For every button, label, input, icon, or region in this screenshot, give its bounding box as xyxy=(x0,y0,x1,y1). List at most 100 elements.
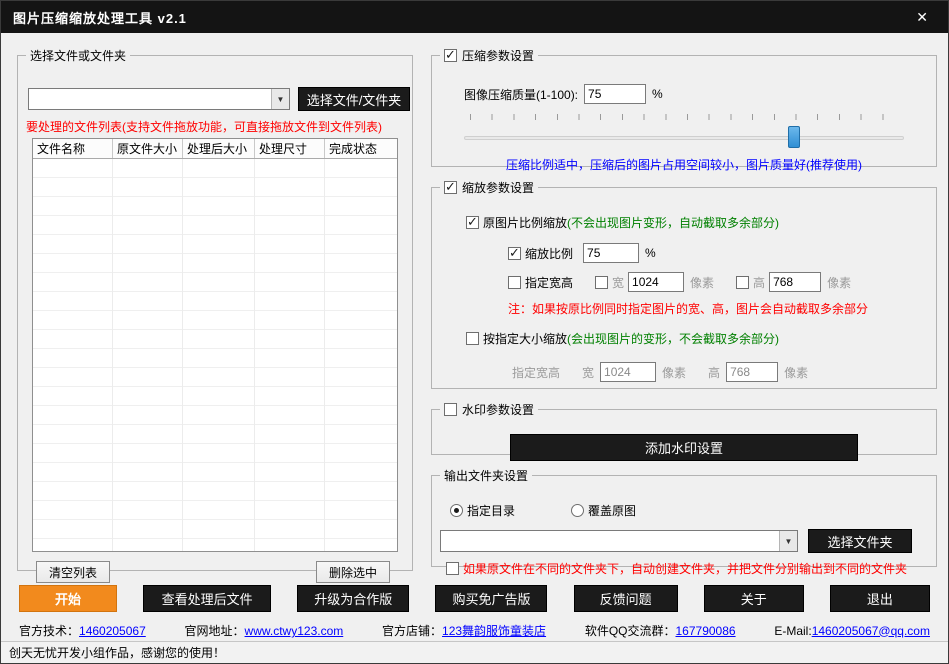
grid-column xyxy=(113,159,183,551)
fixed-height-label: 高 xyxy=(708,364,720,381)
footer-links: 官方技术：1460205067 官网地址：www.ctwy123.com 官方店… xyxy=(1,620,948,641)
ratio-checkbox[interactable] xyxy=(508,247,521,260)
grid-column xyxy=(255,159,325,551)
quality-slider[interactable] xyxy=(464,112,904,146)
app-window: 图片压缩缩放处理工具 v2.1 ✕ 选择文件或文件夹 ▼ 选择文件/文件夹 要处… xyxy=(0,0,949,664)
fixed-height-input[interactable] xyxy=(726,362,778,382)
status-bar: 创天无忧开发小组作品，感谢您的使用！ xyxy=(1,641,948,663)
radio-specify-dir[interactable] xyxy=(450,504,463,517)
select-file-button[interactable]: 选择文件/文件夹 xyxy=(298,87,410,111)
about-button[interactable]: 关于 xyxy=(704,585,804,612)
watermark-panel: 水印参数设置 添加水印设置 xyxy=(431,401,937,455)
compress-note: 压缩比例适中，压缩后的图片占用空间较小，图片质量好(推荐使用) xyxy=(432,156,936,173)
width-checkbox[interactable] xyxy=(595,276,608,289)
add-watermark-button[interactable]: 添加水印设置 xyxy=(510,434,858,461)
ratio-label[interactable]: 缩放比例 xyxy=(525,245,573,262)
dropdown-arrow-icon[interactable]: ▼ xyxy=(271,89,289,109)
site-link[interactable]: www.ctwy123.com xyxy=(245,624,344,638)
action-bar: 开始 查看处理后文件 升级为合作版 购买免广告版 反馈问题 关于 退出 xyxy=(19,585,930,612)
view-files-button[interactable]: 查看处理后文件 xyxy=(143,585,271,612)
upgrade-button[interactable]: 升级为合作版 xyxy=(297,585,409,612)
column-header-status[interactable]: 完成状态 xyxy=(325,139,397,158)
buy-ad-free-button[interactable]: 购买免广告版 xyxy=(435,585,547,612)
footer-tech: 官方技术：1460205067 xyxy=(19,622,146,639)
height-px-label: 像素 xyxy=(827,274,851,291)
footer-shop: 官方店铺：123舞韵服饰童装店 xyxy=(382,622,546,639)
quality-input[interactable] xyxy=(584,84,646,104)
scale-enable-checkbox[interactable] xyxy=(444,181,457,194)
fixed-size-label: 指定宽高 xyxy=(512,364,560,381)
ratio-percent-sign: % xyxy=(645,246,656,260)
site-label: 官网地址： xyxy=(185,624,245,638)
feedback-button[interactable]: 反馈问题 xyxy=(574,585,678,612)
quality-label: 图像压缩质量(1-100): xyxy=(464,86,578,103)
width-input[interactable] xyxy=(628,272,684,292)
compress-enable-checkbox[interactable] xyxy=(444,49,457,62)
quality-slider-thumb[interactable] xyxy=(788,126,800,148)
size-checkbox[interactable] xyxy=(508,276,521,289)
file-path-combobox[interactable]: ▼ xyxy=(28,88,290,110)
fixed-size-checkbox[interactable] xyxy=(466,332,479,345)
keep-ratio-label[interactable]: 原图片比例缩放 xyxy=(483,214,567,231)
titlebar: 图片压缩缩放处理工具 v2.1 ✕ xyxy=(1,1,948,33)
output-folder-combobox[interactable]: ▼ xyxy=(440,530,798,552)
height-label[interactable]: 高 xyxy=(753,274,765,291)
column-header-processed-dim[interactable]: 处理尺寸 xyxy=(255,139,325,158)
ratio-input[interactable] xyxy=(583,243,639,263)
exit-button[interactable]: 退出 xyxy=(830,585,930,612)
fixed-size-note: (会出现图片的变形，不会截取多余部分) xyxy=(567,330,779,347)
scale-panel-title[interactable]: 缩放参数设置 xyxy=(462,179,534,196)
shop-link[interactable]: 123舞韵服饰童装店 xyxy=(442,624,546,638)
column-header-original-size[interactable]: 原文件大小 xyxy=(113,139,183,158)
radio-overwrite[interactable] xyxy=(571,504,584,517)
tech-link[interactable]: 1460205067 xyxy=(79,624,146,638)
grid-column xyxy=(33,159,113,551)
fixed-size-mode-label[interactable]: 按指定大小缩放 xyxy=(483,330,567,347)
file-panel-title: 选择文件或文件夹 xyxy=(30,47,126,64)
grid-column xyxy=(183,159,255,551)
scale-warning: 注：如果按原比例同时指定图片的宽、高，图片会自动截取多余部分 xyxy=(508,300,868,317)
width-label[interactable]: 宽 xyxy=(612,274,624,291)
fixed-width-input[interactable] xyxy=(600,362,656,382)
email-link[interactable]: 1460205067@qq.com xyxy=(812,624,930,638)
close-icon[interactable]: ✕ xyxy=(908,7,936,28)
watermark-enable-checkbox[interactable] xyxy=(444,403,457,416)
file-list-body[interactable] xyxy=(33,159,397,551)
shop-label: 官方店铺： xyxy=(382,624,442,638)
start-button[interactable]: 开始 xyxy=(19,585,117,612)
delete-selected-button[interactable]: 删除选中 xyxy=(316,561,390,583)
output-panel: 输出文件夹设置 指定目录 覆盖原图 ▼ 选择文件夹 如果原文件在不同的文件夹下，… xyxy=(431,467,937,567)
column-header-processed-size[interactable]: 处理后大小 xyxy=(183,139,255,158)
file-list-table: 文件名称 原文件大小 处理后大小 处理尺寸 完成状态 xyxy=(32,138,398,552)
size-label[interactable]: 指定宽高 xyxy=(525,274,573,291)
select-folder-button[interactable]: 选择文件夹 xyxy=(808,529,912,553)
fixed-height-px-label: 像素 xyxy=(784,364,808,381)
scale-panel: 缩放参数设置 原图片比例缩放 (不会出现图片变形，自动截取多余部分) 缩放比例 … xyxy=(431,179,937,389)
radio-overwrite-label[interactable]: 覆盖原图 xyxy=(588,502,636,519)
footer-email: E-Mail:1460205067@qq.com xyxy=(774,624,930,638)
keep-ratio-checkbox[interactable] xyxy=(466,216,479,229)
file-list-header: 文件名称 原文件大小 处理后大小 处理尺寸 完成状态 xyxy=(33,139,397,159)
radio-specify-dir-label[interactable]: 指定目录 xyxy=(467,502,515,519)
dropdown-arrow-icon[interactable]: ▼ xyxy=(779,531,797,551)
clear-list-button[interactable]: 清空列表 xyxy=(36,561,110,583)
fixed-width-label: 宽 xyxy=(582,364,594,381)
output-panel-title: 输出文件夹设置 xyxy=(444,467,528,484)
width-px-label: 像素 xyxy=(690,274,714,291)
footer-site: 官网地址：www.ctwy123.com xyxy=(185,622,344,639)
slider-ticks xyxy=(470,114,899,120)
compress-panel: 压缩参数设置 图像压缩质量(1-100): % 压缩比例适中，压缩后的图片占用空… xyxy=(431,47,937,167)
column-header-filename[interactable]: 文件名称 xyxy=(33,139,113,158)
auto-create-folder-checkbox[interactable] xyxy=(446,562,459,575)
watermark-panel-title[interactable]: 水印参数设置 xyxy=(462,401,534,418)
tech-label: 官方技术： xyxy=(19,624,79,638)
auto-create-folder-label[interactable]: 如果原文件在不同的文件夹下，自动创建文件夹，并把文件分别输出到不同的文件夹 xyxy=(463,560,907,577)
slider-track[interactable] xyxy=(464,136,904,140)
grid-column xyxy=(325,159,397,551)
qq-link[interactable]: 167790086 xyxy=(676,624,736,638)
status-text: 创天无忧开发小组作品，感谢您的使用！ xyxy=(9,644,225,661)
compress-panel-title[interactable]: 压缩参数设置 xyxy=(462,47,534,64)
height-input[interactable] xyxy=(769,272,821,292)
quality-percent-sign: % xyxy=(652,87,663,101)
height-checkbox[interactable] xyxy=(736,276,749,289)
